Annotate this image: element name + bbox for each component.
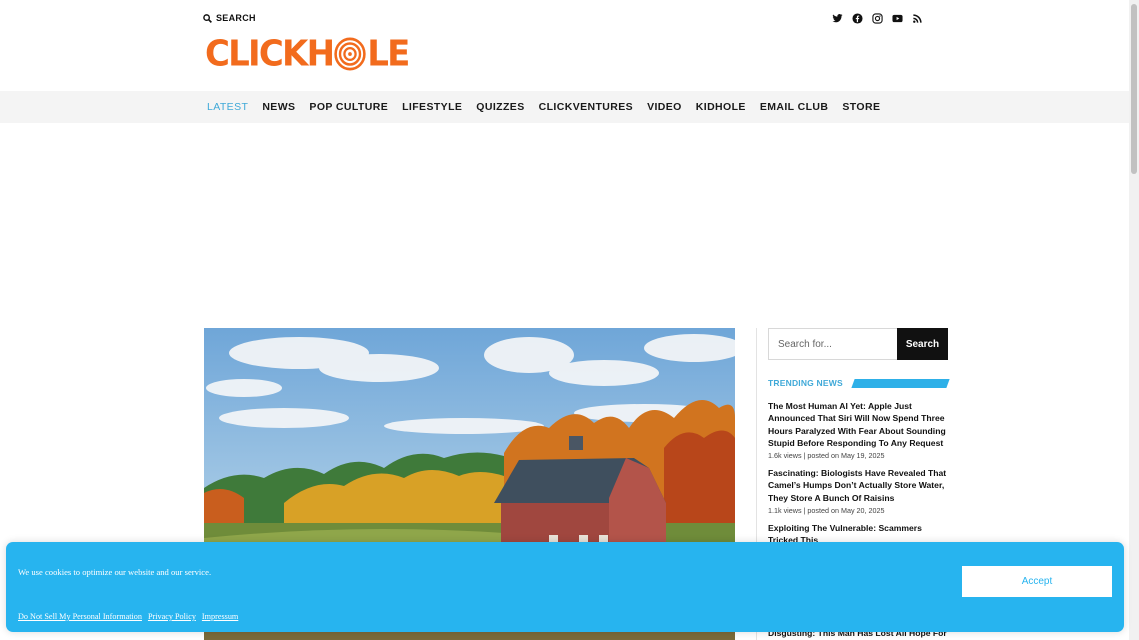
trending-meta: 1.6k views | posted on May 19, 2025	[768, 451, 885, 461]
cookie-link-privacy-policy[interactable]: Privacy Policy	[148, 612, 196, 621]
trending-title[interactable]: The Most Human AI Yet: Apple Just Announ…	[768, 400, 948, 449]
nav-item-video[interactable]: VIDEO	[647, 101, 682, 113]
nav-item-email-club[interactable]: EMAIL CLUB	[760, 101, 829, 113]
cookie-message: We use cookies to optimize our website a…	[18, 567, 212, 577]
sidebar-search-button[interactable]: Search	[897, 328, 948, 360]
main-nav: LATEST NEWS POP CULTURE LIFESTYLE QUIZZES CLI…	[0, 91, 1129, 123]
cookie-links: Do Not Sell My Personal Information Priva…	[18, 612, 238, 621]
search-label: SEARCH	[216, 13, 256, 23]
logo-text-left: CLICKH	[205, 33, 335, 75]
nav-item-store[interactable]: STORE	[842, 101, 880, 113]
trending-item[interactable]: The Most Human AI Yet: Apple Just Announ…	[768, 400, 948, 460]
cookie-consent-banner: We use cookies to optimize our website a…	[6, 542, 1124, 632]
trending-title[interactable]: Fascinating: Biologists Have Revealed Th…	[768, 467, 948, 504]
nav-item-lifestyle[interactable]: LIFESTYLE	[402, 101, 462, 113]
social-links	[832, 13, 923, 24]
nav-item-quizzes[interactable]: QUIZZES	[476, 101, 524, 113]
site-logo[interactable]: CLICKH LE	[205, 33, 410, 75]
nav-item-pop-culture[interactable]: POP CULTURE	[309, 101, 388, 113]
rss-icon[interactable]	[912, 13, 923, 24]
nav-list: LATEST NEWS POP CULTURE LIFESTYLE QUIZZES CLI…	[207, 91, 880, 123]
nav-item-latest[interactable]: LATEST	[207, 101, 248, 113]
scrollbar-thumb[interactable]	[1131, 4, 1137, 174]
cookie-link-impressum[interactable]: Impressum	[202, 612, 238, 621]
search-icon	[203, 13, 212, 23]
cookie-accept-button[interactable]: Accept	[962, 566, 1112, 597]
youtube-icon[interactable]	[892, 13, 903, 24]
trending-meta: 1.1k views | posted on May 20, 2025	[768, 506, 885, 516]
page-scrollbar[interactable]	[1129, 0, 1139, 640]
header-search-link[interactable]: SEARCH	[203, 13, 256, 23]
logo-text-right: LE	[367, 33, 410, 75]
instagram-icon[interactable]	[872, 13, 883, 24]
trending-accent-bar	[851, 378, 950, 388]
trending-header: TRENDING NEWS	[768, 377, 950, 389]
sidebar-search-input[interactable]	[768, 328, 897, 360]
twitter-icon[interactable]	[832, 13, 843, 24]
cookie-link-do-not-sell-my-personal-information[interactable]: Do Not Sell My Personal Information	[18, 612, 142, 621]
spiral-icon	[334, 37, 366, 71]
trending-label: TRENDING NEWS	[768, 378, 843, 388]
nav-item-kidhole[interactable]: KIDHOLE	[696, 101, 746, 113]
sidebar-search: Search	[768, 328, 948, 360]
facebook-icon[interactable]	[852, 13, 863, 24]
nav-item-news[interactable]: NEWS	[262, 101, 295, 113]
trending-item[interactable]: Fascinating: Biologists Have Revealed Th…	[768, 467, 948, 515]
nav-item-clickventures[interactable]: CLICKVENTURES	[539, 101, 633, 113]
trending-list: The Most Human AI Yet: Apple Just Announ…	[768, 400, 948, 554]
